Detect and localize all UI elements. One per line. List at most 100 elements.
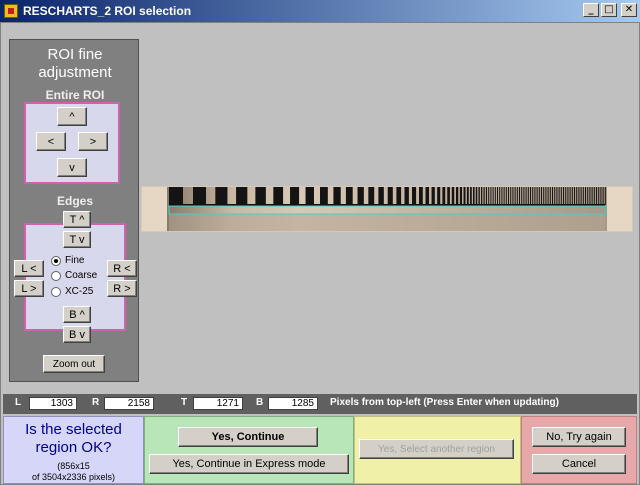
maximize-button[interactable]: □ <box>601 3 617 17</box>
chart-bar <box>412 187 417 205</box>
chart-bar <box>425 187 430 205</box>
chart-bar <box>567 187 569 205</box>
radio-xc25[interactable] <box>51 286 61 297</box>
minimize-button[interactable]: _ <box>583 3 599 17</box>
chart-bar <box>598 187 600 205</box>
select-another-region-button[interactable]: Yes, Select another region <box>359 439 514 459</box>
chart-bar <box>521 187 523 205</box>
radio-fine-selected[interactable] <box>51 255 61 266</box>
step-fine-label: Fine <box>65 255 85 266</box>
step-fine-option[interactable]: Fine <box>51 255 84 266</box>
top-coord-label: T <box>181 397 188 408</box>
yes-continue-button[interactable]: Yes, Continue <box>178 427 318 447</box>
step-xc25-option[interactable]: XC-25 <box>51 286 93 297</box>
chart-bar <box>538 187 540 205</box>
right-coord-label: R <box>92 397 100 408</box>
no-try-again-button[interactable]: No, Try again <box>532 427 626 447</box>
chart-bar <box>492 187 494 205</box>
radio-coarse[interactable] <box>51 270 61 281</box>
left-edge-right-button[interactable]: L > <box>14 280 44 297</box>
step-coarse-label: Coarse <box>65 270 98 281</box>
top-up-button[interactable]: T ^ <box>63 211 91 228</box>
chart-bar <box>530 187 532 205</box>
chart-bar <box>475 187 478 205</box>
chart-bar <box>563 187 565 205</box>
chart-bar <box>514 187 516 205</box>
chart-bar <box>357 187 364 205</box>
chart-bar <box>519 187 521 205</box>
chart-bar <box>510 187 512 205</box>
left-coord-field[interactable] <box>29 397 77 410</box>
chart-lower-band <box>169 214 605 231</box>
chart-bar <box>459 187 463 205</box>
chart-bar <box>485 187 487 205</box>
question-title: Is the selected region OK? <box>4 421 143 457</box>
chart-bar <box>505 187 507 205</box>
resolution-chart-image <box>167 187 607 231</box>
chart-bar <box>455 187 459 205</box>
chart-bar <box>554 187 556 205</box>
chart-bar <box>236 187 248 205</box>
cancel-button[interactable]: Cancel <box>532 454 626 474</box>
chart-bar <box>543 187 545 205</box>
bottom-up-button[interactable]: B ^ <box>63 306 91 323</box>
chart-bar <box>591 187 593 205</box>
chart-bar <box>378 187 384 205</box>
roi-down-button[interactable]: v <box>57 158 87 177</box>
chart-bar <box>483 187 485 205</box>
roi-up-button[interactable]: ^ <box>57 107 87 126</box>
bottom-down-button[interactable]: B v <box>63 326 91 343</box>
roi-right-button[interactable]: > <box>78 132 108 151</box>
right-coord-field[interactable] <box>104 397 154 410</box>
top-down-button[interactable]: T v <box>63 231 91 248</box>
panel-title: ROI fine adjustment <box>10 46 140 82</box>
chart-bar <box>499 187 501 205</box>
roi-left-button[interactable]: < <box>36 132 66 151</box>
zoom-out-button[interactable]: Zoom out <box>43 355 105 373</box>
retry-section: No, Try again Cancel <box>521 416 637 484</box>
chart-bar <box>574 187 576 205</box>
roi-image-view[interactable] <box>141 186 633 232</box>
chart-bar <box>600 187 602 205</box>
roi-size-line2: of 3504x2336 pixels) <box>31 472 116 482</box>
chart-bar <box>320 187 328 205</box>
chart-bar <box>169 187 183 205</box>
coordinate-bar: L R T B Pixels from top-left (Press Ente… <box>3 394 637 414</box>
roi-size-info: (856x15 of 3504x2336 pixels) <box>4 461 143 483</box>
chart-bar <box>255 187 266 205</box>
chart-bar <box>532 187 534 205</box>
chart-bar <box>437 187 441 205</box>
left-edge-left-button[interactable]: L < <box>14 260 44 277</box>
chart-bar <box>508 187 510 205</box>
window-client-area: ROI fine adjustment Entire ROI ^ < > v E… <box>0 22 640 485</box>
bottom-coord-field[interactable] <box>268 397 318 410</box>
chart-bar <box>552 187 554 205</box>
chart-bar <box>497 187 499 205</box>
right-edge-left-button[interactable]: R < <box>107 260 137 277</box>
matlab-app-icon <box>4 4 18 18</box>
chart-bar <box>569 187 571 205</box>
chart-bar <box>536 187 538 205</box>
chart-bar <box>494 187 496 205</box>
title-bar: RESCHARTS_2 ROI selection _ □ ✕ <box>0 0 640 22</box>
chart-bar <box>525 187 527 205</box>
right-edge-right-button[interactable]: R > <box>107 280 137 297</box>
chart-bar <box>556 187 558 205</box>
bottom-coord-label: B <box>256 397 264 408</box>
entire-roi-label: Entire ROI <box>45 88 105 102</box>
yes-express-button[interactable]: Yes, Continue in Express mode <box>149 454 349 474</box>
chart-bar <box>273 187 284 205</box>
chart-bar <box>565 187 567 205</box>
edges-label: Edges <box>56 194 93 208</box>
window-title: RESCHARTS_2 ROI selection <box>23 4 192 18</box>
coords-help-text: Pixels from top-left (Press Enter when u… <box>330 397 559 408</box>
roi-size-line1: (856x15 <box>57 461 90 471</box>
chart-bar <box>478 187 480 205</box>
edges-box: T ^ T v L < L > R < R > Fine Coarse XC-2… <box>14 211 137 343</box>
chart-bar <box>541 187 543 205</box>
step-coarse-option[interactable]: Coarse <box>51 270 97 281</box>
close-button[interactable]: ✕ <box>621 3 637 17</box>
top-coord-field[interactable] <box>193 397 243 410</box>
chart-bar <box>512 187 514 205</box>
chart-bar <box>578 187 580 205</box>
